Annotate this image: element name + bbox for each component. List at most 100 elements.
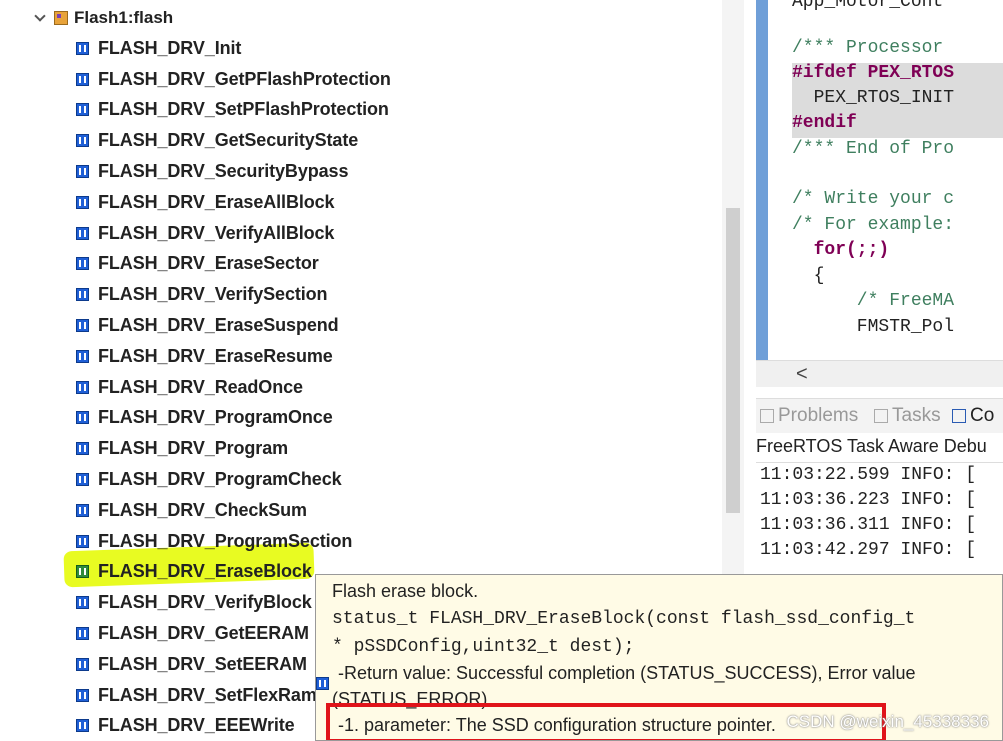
method-icon: [76, 442, 89, 456]
tree-root-label: Flash1:flash: [74, 8, 174, 27]
tree-item-label: FLASH_DRV_SetPFlashProtection: [98, 99, 389, 120]
tree-scroll-thumb[interactable]: [726, 208, 740, 513]
tab-label: Co: [970, 405, 995, 426]
method-icon: [76, 319, 89, 333]
tab-tasks[interactable]: Tasks: [874, 405, 941, 427]
method-icon: [76, 134, 89, 148]
code-line: FMSTR_Pol: [792, 317, 955, 337]
method-icon: [76, 503, 89, 517]
method-icon: [76, 380, 89, 394]
tree-item-label: FLASH_DRV_EraseAllBlock: [98, 191, 335, 212]
chevron-down-icon[interactable]: [34, 11, 48, 25]
tooltip-return-value: -Return value: Successful completion (ST…: [338, 663, 916, 683]
method-icon: [76, 565, 89, 579]
tree-item-label: FLASH_DRV_Program: [98, 438, 289, 459]
tooltip-title: Flash erase block.: [332, 581, 479, 601]
method-icon: [76, 688, 89, 702]
tree-item-erase-sector[interactable]: FLASH_DRV_EraseSector: [76, 249, 391, 280]
tree-item-label: FLASH_DRV_EEEWrite: [98, 715, 295, 736]
tree-item-label: FLASH_DRV_EraseResume: [98, 345, 333, 366]
tree-item-verify-section[interactable]: FLASH_DRV_VerifySection: [76, 279, 391, 310]
tree-item-erase-all-block[interactable]: FLASH_DRV_EraseAllBlock: [76, 187, 391, 218]
code-line: #ifdef PEX_RTOS: [792, 63, 955, 83]
tab-problems[interactable]: Problems: [760, 405, 858, 427]
tree-item-label: FLASH_DRV_CheckSum: [98, 499, 307, 520]
method-icon: [76, 473, 89, 487]
tab-label: Problems: [778, 405, 859, 426]
tree-item-init[interactable]: FLASH_DRV_Init: [76, 33, 391, 64]
tab-console[interactable]: Co: [952, 405, 994, 427]
log-line: 11:03:22.599 INFO: [: [760, 465, 977, 485]
code-line: {: [792, 266, 825, 286]
code-line: /*** Processor: [792, 38, 944, 58]
method-icon: [76, 627, 89, 641]
editor-horizontal-scrollbar[interactable]: <: [756, 360, 1003, 387]
method-icon: [76, 195, 89, 209]
code-editor[interactable]: App_Motor_Cont /*** Processor #ifdef PEX…: [756, 0, 1003, 360]
tree-item-label: FLASH_DRV_ProgramSection: [98, 530, 353, 551]
code-line: PEX_RTOS_INIT: [792, 88, 955, 108]
log-line: 11:03:36.223 INFO: [: [760, 490, 977, 510]
tree-item-label: FLASH_DRV_GetPFlashProtection: [98, 68, 391, 89]
method-icon: [76, 657, 89, 671]
tree-item-program-check[interactable]: FLASH_DRV_ProgramCheck: [76, 464, 391, 495]
tree-item-verify-all-block[interactable]: FLASH_DRV_VerifyAllBlock: [76, 218, 391, 249]
tree-item-erase-suspend[interactable]: FLASH_DRV_EraseSuspend: [76, 310, 391, 341]
log-line: 11:03:36.311 INFO: [: [760, 515, 977, 535]
tree-item-security-bypass[interactable]: FLASH_DRV_SecurityBypass: [76, 156, 391, 187]
tab-label: Tasks: [892, 405, 941, 426]
tooltip-signature-cont: * pSSDConfig,uint32_t dest);: [332, 637, 635, 657]
console-tab-bar: Problems Tasks Co: [756, 398, 1003, 433]
tree-item-get-security-state[interactable]: FLASH_DRV_GetSecurityState: [76, 125, 391, 156]
method-icon: [76, 596, 89, 610]
tree-item-set-pflash-protection[interactable]: FLASH_DRV_SetPFlashProtection: [76, 95, 391, 126]
method-icon: [316, 677, 329, 690]
method-icon: [76, 72, 89, 86]
tasks-icon: [874, 408, 888, 423]
tree-item-label: FLASH_DRV_EraseSuspend: [98, 315, 339, 336]
console-icon: [952, 408, 966, 423]
method-icon: [76, 349, 89, 363]
code-line: #endif: [792, 113, 857, 133]
tree-item-read-once[interactable]: FLASH_DRV_ReadOnce: [76, 372, 391, 403]
tree-item-label: FLASH_DRV_SetEERAM: [98, 653, 307, 674]
method-icon: [76, 719, 89, 733]
code-line: /* For example:: [792, 215, 955, 235]
tree-item-program-once[interactable]: FLASH_DRV_ProgramOnce: [76, 403, 391, 434]
tree-item-label: FLASH_DRV_VerifySection: [98, 284, 328, 305]
method-icon: [76, 288, 89, 302]
console-title: FreeRTOS Task Aware Debu: [756, 436, 987, 456]
tree-item-label: FLASH_DRV_SetFlexRam: [98, 684, 317, 705]
code-line: App_Motor_Cont: [792, 0, 944, 12]
tree-item-label: FLASH_DRV_Init: [98, 37, 242, 58]
tree-item-program-section[interactable]: FLASH_DRV_ProgramSection: [76, 526, 391, 557]
method-icon: [76, 103, 89, 117]
tree-item-label: FLASH_DRV_GetSecurityState: [98, 130, 359, 151]
method-icon: [76, 165, 89, 179]
tree-item-label: FLASH_DRV_SecurityBypass: [98, 161, 349, 182]
component-icon: [54, 11, 68, 25]
tree-item-label: FLASH_DRV_VerifyAllBlock: [98, 222, 335, 243]
method-icon: [76, 257, 89, 271]
tree-item-label: FLASH_DRV_ProgramCheck: [98, 469, 342, 490]
tree-item-program[interactable]: FLASH_DRV_Program: [76, 433, 391, 464]
watermark: CSDN @weixin_45338336: [786, 712, 989, 731]
tree-item-label: FLASH_DRV_VerifyBlock: [98, 592, 312, 613]
tree-item-label: FLASH_DRV_EraseBlock: [98, 561, 312, 582]
editor-ruler-bar: [756, 0, 768, 360]
method-icon: [76, 534, 89, 548]
method-icon: [76, 226, 89, 240]
scroll-left-icon[interactable]: <: [796, 363, 808, 386]
tree-item-label: FLASH_DRV_EraseSector: [98, 253, 319, 274]
tree-item-erase-resume[interactable]: FLASH_DRV_EraseResume: [76, 341, 391, 372]
tree-item-checksum[interactable]: FLASH_DRV_CheckSum: [76, 495, 391, 526]
code-line: /* FreeMA: [792, 291, 955, 311]
tree-item-get-pflash-protection[interactable]: FLASH_DRV_GetPFlashProtection: [76, 64, 391, 95]
tree-item-label: FLASH_DRV_ReadOnce: [98, 376, 303, 397]
console-output[interactable]: 11:03:22.599 INFO: [ 11:03:36.223 INFO: …: [756, 462, 1003, 583]
tooltip-signature: status_t FLASH_DRV_EraseBlock(const flas…: [332, 609, 916, 629]
tree-item-label: FLASH_DRV_ProgramOnce: [98, 407, 333, 428]
tree-root-node[interactable]: Flash1:flash: [34, 6, 173, 30]
log-line: 11:03:42.297 INFO: [: [760, 540, 977, 560]
method-icon: [76, 41, 89, 55]
